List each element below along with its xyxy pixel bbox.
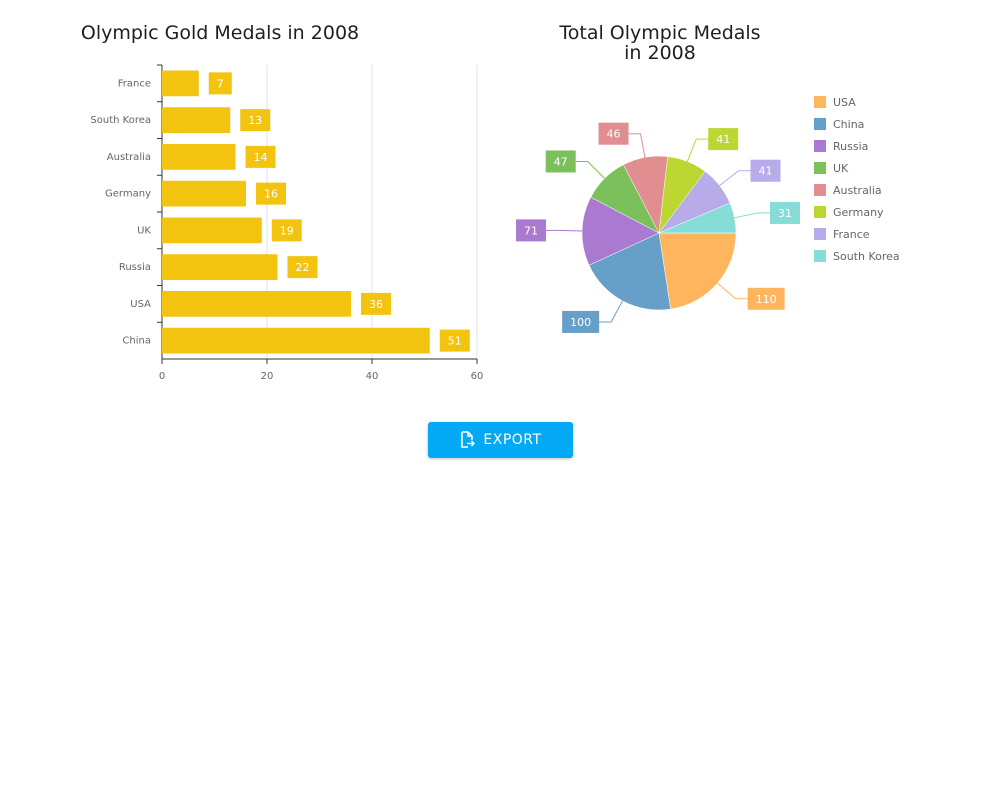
- pie-slice: [623, 155, 668, 234]
- pie-slice: [588, 232, 671, 311]
- legend-label: Australia: [833, 184, 882, 197]
- category-label: Germany: [105, 189, 151, 200]
- legend-swatch: [814, 118, 826, 130]
- legend-swatch: [814, 184, 826, 196]
- bar-value-label: 36: [369, 298, 383, 311]
- pie-title-line-1: Total Olympic Medals: [559, 22, 761, 44]
- pie-chart-title: Total Olympic Medals in 2008: [520, 23, 800, 63]
- pie-value-label-box: [708, 128, 739, 151]
- bar-chart: 0 20 40 60 France 7 South Korea 13 Australia 14 Ge…: [90, 64, 484, 382]
- x-tick-label: 60: [471, 371, 484, 382]
- bar-value-label: 7: [217, 77, 224, 90]
- bar: [162, 217, 262, 244]
- legend-label: South Korea: [833, 250, 900, 263]
- legend-swatch: [814, 140, 826, 152]
- pie-label-connector: [575, 160, 605, 179]
- bar-value-label-box: [245, 145, 276, 168]
- x-tick-label: 20: [261, 371, 274, 382]
- legend-label: China: [833, 118, 864, 131]
- legend-label: Russia: [833, 140, 868, 153]
- pie-label-connector: [717, 282, 748, 300]
- bar: [162, 327, 430, 354]
- legend-label: Germany: [833, 206, 884, 219]
- legend-swatch: [814, 162, 826, 174]
- x-tick-label: 0: [159, 371, 165, 382]
- category-label: Australia: [107, 152, 151, 163]
- bar: [162, 180, 246, 207]
- pie-label-connector: [546, 229, 583, 232]
- bar-value-label-box: [439, 329, 470, 352]
- pie-slice: [658, 170, 731, 234]
- pie-slice: [658, 232, 737, 310]
- bar-value-label: 16: [264, 188, 278, 201]
- category-label: USA: [130, 299, 151, 310]
- x-tick-label: 40: [366, 371, 379, 382]
- legend-swatch: [814, 206, 826, 218]
- bar-value-label-box: [271, 219, 302, 242]
- pie-label-connector: [686, 138, 709, 162]
- category-label: South Korea: [90, 115, 151, 126]
- legend-label: UK: [833, 162, 849, 175]
- pie-value-label: 71: [524, 224, 538, 237]
- pie-value-label-box: [598, 122, 629, 145]
- pie-value-label-box: [747, 287, 785, 310]
- bar-value-label: 14: [254, 151, 268, 164]
- bar-chart-title: Olympic Gold Medals in 2008: [80, 22, 360, 44]
- pie-label-connector: [719, 170, 751, 186]
- legend-swatch: [814, 228, 826, 240]
- pie-value-label-box: [750, 159, 781, 182]
- bar: [162, 107, 231, 133]
- pie-value-label: 100: [570, 316, 591, 329]
- bar: [162, 254, 278, 280]
- bar-value-label: 19: [280, 224, 294, 237]
- pie-label-connector: [734, 212, 770, 219]
- bar-value-label-box: [287, 256, 318, 279]
- pie-slice: [658, 202, 737, 234]
- pie-value-label: 41: [759, 165, 773, 178]
- bar: [162, 70, 199, 97]
- pie-value-label: 110: [756, 293, 777, 306]
- bar: [162, 144, 236, 170]
- pie-value-label: 46: [607, 128, 621, 141]
- export-icon: [461, 431, 476, 448]
- bar-value-label: 22: [296, 261, 310, 274]
- pie-value-label-box: [545, 150, 576, 173]
- bar-value-label-box: [256, 182, 286, 205]
- legend-label: USA: [833, 96, 856, 109]
- legend-swatch: [814, 250, 826, 262]
- pie-value-label-box: [769, 201, 800, 224]
- category-label: UK: [137, 225, 151, 236]
- canvas: Olympic Gold Medals in 2008 Total Olympi…: [0, 0, 1000, 800]
- pie-value-label-box: [516, 219, 547, 242]
- bar-value-label-box: [361, 292, 391, 315]
- pie-label-connector: [599, 300, 623, 323]
- pie-slice: [658, 156, 706, 234]
- category-label: Russia: [119, 262, 151, 273]
- pie-slice: [581, 196, 660, 266]
- category-label: France: [118, 78, 151, 89]
- pie-value-label: 31: [778, 207, 792, 220]
- pie-slice: [590, 164, 660, 234]
- bar-value-label-box: [240, 109, 271, 132]
- category-label: China: [122, 336, 151, 347]
- pie-value-label-box: [562, 310, 600, 333]
- export-button[interactable]: EXPORT: [428, 422, 573, 458]
- legend-swatch: [814, 96, 826, 108]
- pie-chart: 110 100 71 47 46 41 41 31 USA China Russia UK Austra…: [516, 96, 900, 333]
- bar: [162, 291, 351, 317]
- pie-label-connector: [628, 133, 646, 158]
- pie-value-label: 47: [554, 155, 568, 168]
- pie-title-line-2: in 2008: [624, 42, 696, 64]
- bar-value-label: 13: [248, 114, 262, 127]
- legend-label: France: [833, 228, 870, 241]
- bar-value-label-box: [208, 72, 232, 95]
- export-button-label: EXPORT: [483, 432, 542, 448]
- bar-value-label: 51: [448, 335, 462, 348]
- pie-value-label: 41: [716, 133, 730, 146]
